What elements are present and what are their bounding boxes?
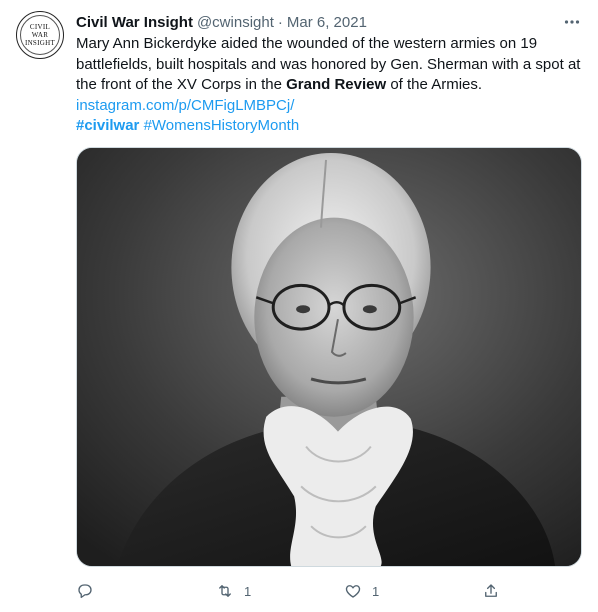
heart-icon <box>344 582 362 600</box>
avatar-text-line-3: INSIGHT <box>24 39 56 47</box>
reply-button[interactable] <box>76 580 104 602</box>
author-name[interactable]: Civil War Insight <box>76 14 193 31</box>
retweet-count: 1 <box>244 583 252 599</box>
tweet-actions: 1 1 <box>76 580 506 602</box>
retweet-icon <box>216 582 234 600</box>
tweet: CIVIL WAR INSIGHT Civil War Insight @cwi… <box>0 0 598 612</box>
tweet-text-part-2: of the Armies. <box>386 76 483 93</box>
portrait-image <box>77 148 581 566</box>
share-button[interactable] <box>482 580 500 602</box>
share-icon <box>482 582 500 600</box>
avatar-text-line-1: CIVIL <box>29 23 51 31</box>
tweet-photo[interactable] <box>76 147 582 567</box>
avatar[interactable]: CIVIL WAR INSIGHT <box>16 11 64 59</box>
more-horizontal-icon <box>563 13 581 31</box>
avatar-text-line-2: WAR <box>31 31 49 39</box>
tweet-text-bold: Grand Review <box>286 76 387 93</box>
retweet-button[interactable]: 1 <box>216 580 251 602</box>
like-button[interactable]: 1 <box>344 580 379 602</box>
hashtag-womenshistorymonth[interactable]: #WomensHistoryMonth <box>144 117 300 134</box>
more-options-button[interactable] <box>560 12 584 32</box>
header-separator: · <box>277 13 283 31</box>
tweet-header: Civil War Insight @cwinsight · Mar 6, 20… <box>76 12 367 32</box>
like-count: 1 <box>372 583 380 599</box>
hashtag-civilwar[interactable]: #civilwar <box>76 117 139 134</box>
author-handle[interactable]: @cwinsight <box>197 14 274 31</box>
tweet-text: Mary Ann Bickerdyke aided the wounded of… <box>76 34 582 137</box>
tweet-link[interactable]: instagram.com/p/CMFigLMBPCj/ <box>76 97 294 114</box>
reply-icon <box>76 582 94 600</box>
tweet-date[interactable]: Mar 6, 2021 <box>287 14 367 31</box>
